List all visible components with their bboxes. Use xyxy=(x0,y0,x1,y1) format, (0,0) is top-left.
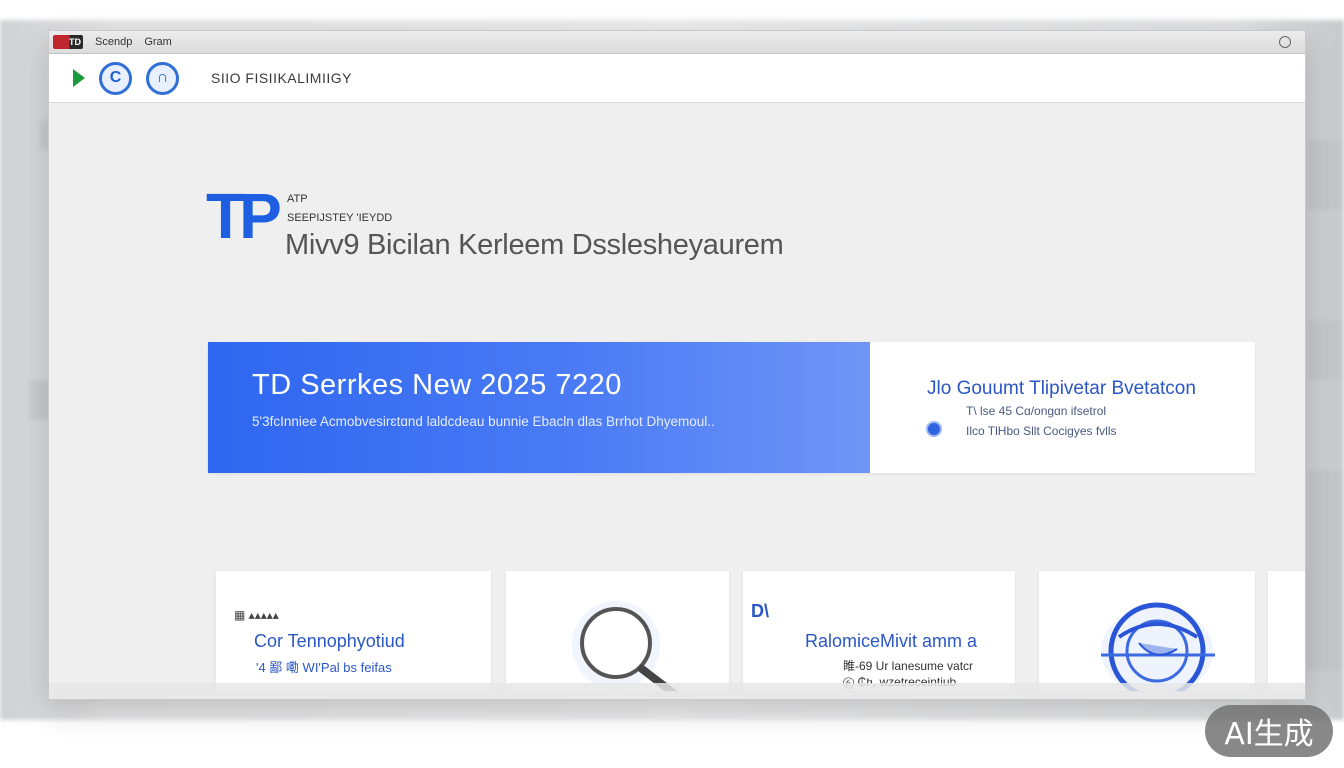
title-bar: TD Scendp Gram xyxy=(49,31,1305,54)
card-title: Cor Tennophyotiud xyxy=(254,631,405,651)
app-logo: TD xyxy=(53,35,83,49)
hero-title: Mivv9 Bicilan Kerleem Dsslesheyaurem xyxy=(285,229,784,261)
app-window: TD Scendp Gram C ∩ SIIO FISIIKALIMIIGY T… xyxy=(48,30,1306,700)
home-icon: ∩ xyxy=(146,61,179,95)
banner-info: Jlo Gouumt Tlipivetar Bvetatcon T\ lse 4… xyxy=(870,342,1255,473)
card-globe[interactable] xyxy=(1039,571,1255,691)
card-line-1: 睢-69 Ur lanesume vatcr xyxy=(843,659,974,673)
window-close-icon[interactable] xyxy=(1279,36,1291,48)
ai-generated-badge: AI生成 xyxy=(1205,705,1333,757)
hero-kicker-line-2: SEEPIJSTEY 'IEYDD xyxy=(287,212,393,224)
hero-logo: TP xyxy=(206,180,282,252)
refresh-button[interactable]: C xyxy=(99,61,132,95)
banner-info-title: Jlo Gouumt Tlipivetar Bvetatcon xyxy=(927,378,1196,399)
banner-subtitle: 5'3fcInniee Acmobvesirɛtɑnd laldcdeau bu… xyxy=(252,414,715,429)
card-tag: ▦ ▴▴▴▴▴ xyxy=(234,608,279,622)
forward-icon xyxy=(73,69,85,87)
magnifier-icon xyxy=(572,601,678,691)
banner-info-line-2: Ilco TlHbo Sllt Cocigyes fvlls xyxy=(966,424,1117,438)
card-title: RalomiceMivit amm a xyxy=(805,631,978,651)
feature-banner[interactable]: TD Serrkes New 2025 7220 5'3fcInniee Acm… xyxy=(208,342,1255,473)
card-search[interactable] xyxy=(506,571,729,691)
card-ratio[interactable]: D\ RalomiceMivit amm a 睢-69 Ur lanesume … xyxy=(743,571,1015,691)
radio-dot-icon[interactable] xyxy=(926,421,942,437)
refresh-icon: C xyxy=(99,61,132,95)
card-tech[interactable]: ▦ ▴▴▴▴▴ Cor Tennophyotiud '4 鄙 嘞 WI'Pal … xyxy=(216,571,491,691)
hero-kicker-line-1: ATP xyxy=(287,193,308,205)
banner-promo[interactable]: TD Serrkes New 2025 7220 5'3fcInniee Acm… xyxy=(208,342,870,473)
card-corner-label: D\ xyxy=(751,601,769,621)
home-button[interactable]: ∩ xyxy=(146,61,179,95)
card-description: '4 鄙 嘞 WI'Pal bs feifas xyxy=(256,660,392,675)
globe-icon xyxy=(1101,602,1215,691)
toolbar: C ∩ SIIO FISIIKALIMIIGY xyxy=(49,54,1305,103)
menu-item-gram[interactable]: Gram xyxy=(144,36,172,48)
forward-button[interactable] xyxy=(73,69,85,87)
window-footer xyxy=(49,683,1305,699)
banner-heading: TD Serrkes New 2025 7220 xyxy=(252,369,622,401)
menu-item-scendp[interactable]: Scendp xyxy=(95,36,132,48)
hero-kicker: ATP SEEPIJSTEY 'IEYDD xyxy=(287,190,392,228)
card-partial[interactable] xyxy=(1268,571,1305,691)
toolbar-title: SIIO FISIIKALIMIIGY xyxy=(211,70,352,86)
banner-info-line-1: T\ lse 45 Cɑ/ongɑn ifsetrol xyxy=(966,404,1107,418)
